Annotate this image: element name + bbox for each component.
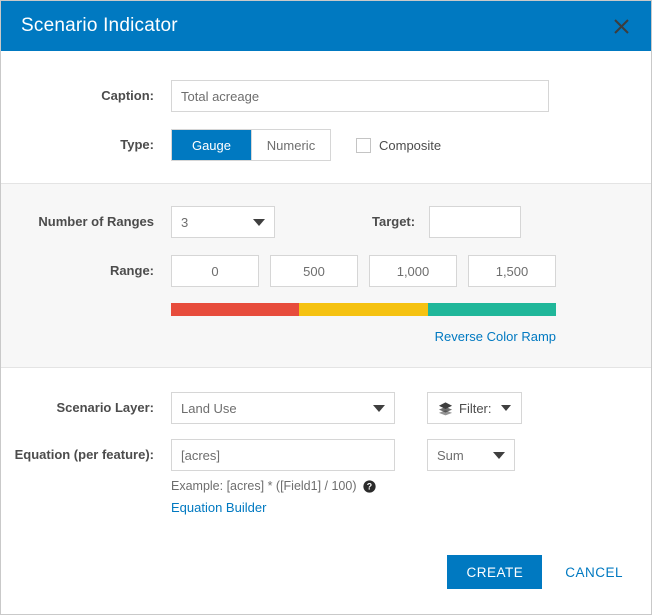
composite-label: Composite — [379, 137, 442, 153]
number-of-ranges-row: Number of Ranges 3 Target: — [1, 206, 651, 238]
caption-label: Caption: — [101, 88, 154, 103]
chevron-down-icon — [253, 218, 265, 226]
scenario-layer-row: Scenario Layer: Land Use Filter: — [1, 392, 651, 424]
equation-row: Equation (per feature): Example: [acres]… — [1, 439, 651, 515]
range-input-1[interactable] — [270, 255, 358, 287]
dialog-titlebar: Scenario Indicator — [1, 1, 651, 51]
number-of-ranges-value: 3 — [181, 214, 189, 230]
dialog-title: Scenario Indicator — [21, 15, 178, 36]
color-ramp[interactable] — [171, 303, 556, 316]
equation-input[interactable] — [171, 439, 395, 471]
range-label: Range: — [109, 263, 154, 278]
equation-hint-text: Example: [acres] * ([Field1] / 100) — [171, 479, 357, 493]
equation-builder-link[interactable]: Equation Builder — [171, 500, 395, 515]
color-ramp-segment-1 — [299, 303, 428, 316]
range-input-2[interactable] — [369, 255, 457, 287]
range-inputs-group — [171, 255, 651, 287]
dialog-footer: CREATE CANCEL — [1, 530, 651, 614]
chevron-down-icon — [373, 404, 385, 412]
scenario-layer-value: Land Use — [181, 400, 237, 416]
composite-checkbox-box[interactable] — [356, 137, 371, 153]
cancel-button[interactable]: CANCEL — [555, 555, 633, 589]
scenario-layer-select[interactable]: Land Use — [171, 392, 395, 424]
svg-text:?: ? — [366, 481, 371, 491]
type-label: Type: — [120, 137, 154, 152]
help-icon[interactable]: ? — [362, 479, 376, 493]
target-input[interactable] — [429, 206, 522, 238]
type-toggle-group: Gauge Numeric — [171, 129, 331, 161]
number-of-ranges-label: Number of Ranges — [38, 214, 154, 229]
chevron-down-icon — [493, 451, 505, 459]
ranges-section: Number of Ranges 3 Target: Range: 0 500 … — [1, 183, 651, 368]
equation-label: Equation (per feature): — [14, 447, 154, 462]
aggregation-value: Sum — [437, 447, 464, 463]
aggregation-select[interactable]: Sum — [427, 439, 515, 471]
number-of-ranges-select[interactable]: 3 — [171, 206, 275, 238]
scenario-layer-label: Scenario Layer: — [56, 400, 154, 415]
basics-section: Caption: Type: Gauge Numeric Composite — [1, 51, 651, 183]
type-option-numeric[interactable]: Numeric — [251, 130, 330, 160]
filter-label: Filter: — [459, 400, 492, 416]
close-icon[interactable] — [607, 12, 635, 40]
type-option-gauge[interactable]: Gauge — [172, 130, 251, 160]
equation-hint: Example: [acres] * ([Field1] / 100) ? — [171, 479, 395, 493]
target-label: Target: — [372, 214, 416, 229]
scenario-indicator-dialog: Scenario Indicator Caption: Type: Gauge — [0, 0, 652, 615]
caption-row: Caption: — [1, 80, 651, 112]
color-ramp-segment-2 — [427, 303, 556, 316]
layer-equation-section: Scenario Layer: Land Use Filter: Equatio… — [1, 368, 651, 515]
dialog-body: Caption: Type: Gauge Numeric Composite — [1, 51, 651, 614]
caption-input[interactable] — [171, 80, 549, 112]
filter-button[interactable]: Filter: — [427, 392, 522, 424]
create-button[interactable]: CREATE — [447, 555, 543, 589]
type-row: Type: Gauge Numeric Composite — [1, 129, 651, 161]
reverse-color-ramp-link[interactable]: Reverse Color Ramp — [171, 329, 556, 344]
composite-checkbox[interactable]: Composite — [356, 129, 441, 161]
range-input-3[interactable] — [468, 255, 556, 287]
color-ramp-segment-0 — [171, 303, 300, 316]
layers-icon — [438, 401, 453, 415]
range-row: Range: Reverse Color Ramp — [1, 255, 651, 344]
chevron-down-icon — [500, 405, 511, 411]
range-input-0[interactable] — [171, 255, 259, 287]
